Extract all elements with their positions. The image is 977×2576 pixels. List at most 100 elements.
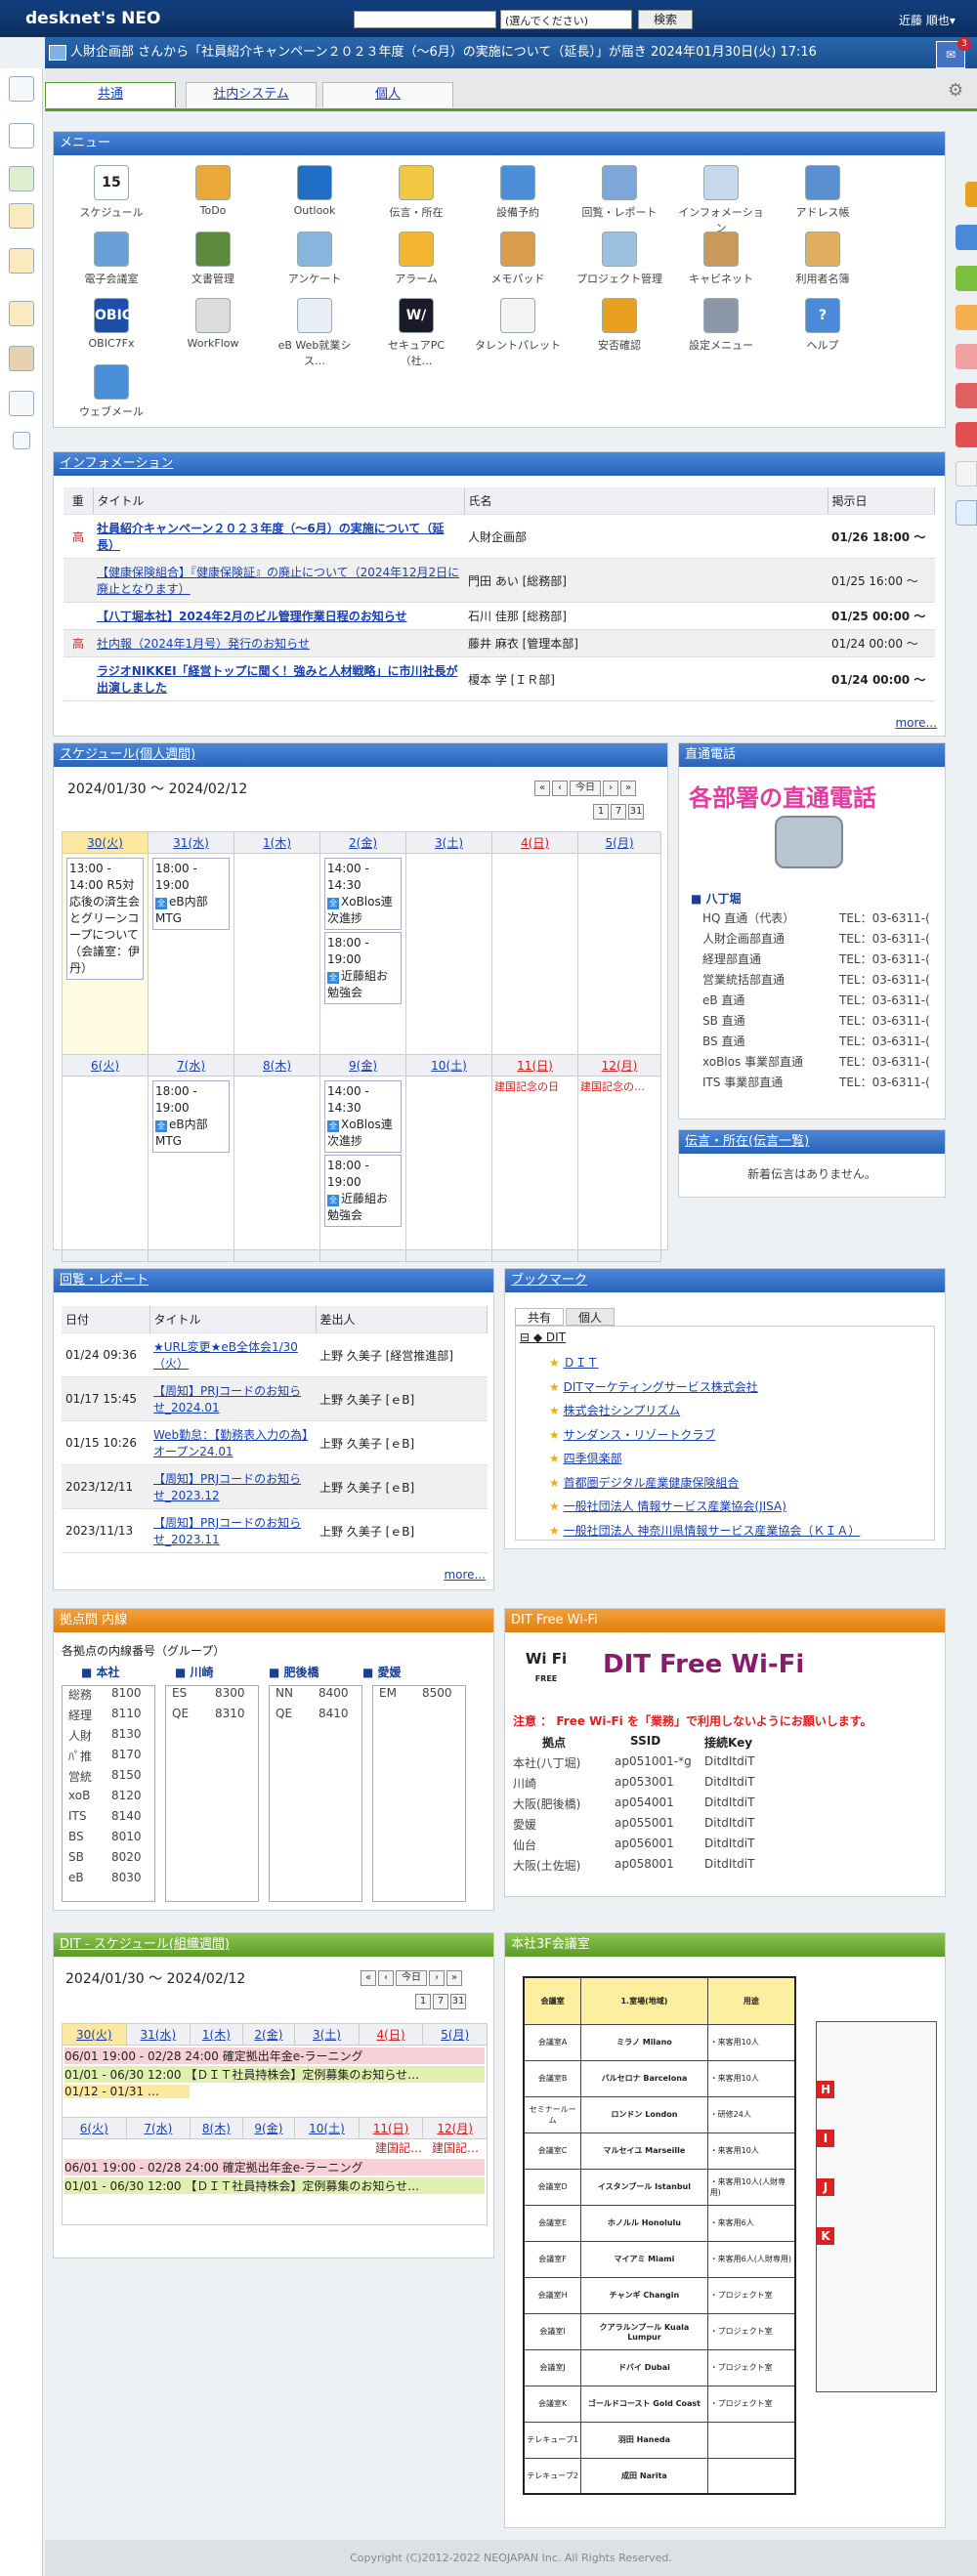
day-header[interactable]: 6(火) <box>62 1054 149 1077</box>
day-header[interactable]: 2(金) <box>319 831 406 854</box>
todo-icon[interactable] <box>9 166 34 191</box>
info-more-link[interactable]: more... <box>895 716 937 730</box>
calendar-icon[interactable] <box>9 123 34 148</box>
menu-item[interactable]: 設備予約 <box>474 165 562 220</box>
day-header[interactable]: 3(土) <box>405 831 492 854</box>
schedule-title[interactable]: スケジュール(個人週間) <box>54 743 667 767</box>
info-title-link[interactable]: 社内報（2024年1月号）発行のお知らせ <box>93 629 464 657</box>
day-header[interactable]: 31(水) <box>125 2023 191 2046</box>
day-header[interactable]: 11(日) <box>358 2117 424 2139</box>
menu-item[interactable]: アラーム <box>372 232 460 286</box>
circular-more-link[interactable]: more... <box>444 1568 486 1582</box>
tab-internal-system[interactable]: 社内システム <box>186 82 317 107</box>
circular-link[interactable]: 【周知】PRJコードのお知らせ_2024.01 <box>149 1376 316 1421</box>
side-tab-pink[interactable] <box>956 344 977 369</box>
menu-item[interactable]: 設定メニュー <box>677 298 765 353</box>
pencil-icon[interactable] <box>956 461 977 486</box>
day-header[interactable]: 2(金) <box>241 2023 296 2046</box>
circular-row[interactable]: 2023/12/11 【周知】PRJコードのお知らせ_2023.12 上野 久美子 … <box>62 1464 488 1509</box>
menu-item[interactable]: ToDo <box>169 165 257 217</box>
bookmark-tab-personal[interactable]: 個人 <box>566 1308 615 1326</box>
org-schedule-nav[interactable]: «‹ 今日 ›» <box>359 1970 462 1986</box>
menu-item[interactable]: アンケート <box>271 232 359 286</box>
menu-item[interactable]: キャビネット <box>677 232 765 286</box>
day-header[interactable]: 6(火) <box>62 2117 127 2139</box>
side-tab-red[interactable] <box>956 383 977 408</box>
day-header[interactable]: 9(金) <box>319 1054 406 1077</box>
bookmark-item[interactable]: ★ 四季倶楽部 <box>549 1450 860 1474</box>
room-marker[interactable]: J <box>817 2178 834 2196</box>
search-button[interactable]: 検索 <box>638 10 693 29</box>
event-3[interactable]: 14:00 - 14:30 全 XoBlos連次進捗 <box>324 858 402 930</box>
tab-personal[interactable]: 個人 <box>322 82 453 107</box>
day-header[interactable]: 4(日) <box>491 831 578 854</box>
tab-common[interactable]: 共通 <box>45 82 176 107</box>
bookmark-item[interactable]: ★ DITマーケティングサービス株式会社 <box>549 1378 860 1403</box>
cabinet-icon[interactable] <box>9 346 34 371</box>
room-marker[interactable]: I <box>817 2130 834 2147</box>
bookmark-item[interactable]: ★ 株式会社シンプリズム <box>549 1402 860 1426</box>
holiday-2[interactable]: 建国記念の… <box>580 1078 658 1094</box>
day-header[interactable]: 5(月) <box>422 2023 488 2046</box>
day-header[interactable]: 1(木) <box>190 2023 243 2046</box>
menu-item[interactable]: 15 スケジュール <box>67 165 155 220</box>
menu-item[interactable]: W/セキュアPC（社… <box>372 298 460 368</box>
day-header[interactable]: 7(水) <box>148 1054 234 1077</box>
menu-item[interactable]: プロジェクト管理 <box>575 232 663 286</box>
bookmark-item[interactable]: ★ ＤＩＴ <box>549 1354 860 1378</box>
circular-row[interactable]: 01/17 15:45 【周知】PRJコードのお知らせ_2024.01 上野 久美子… <box>62 1376 488 1421</box>
menu-item[interactable]: インフォメーション <box>677 165 765 235</box>
side-tab-green[interactable] <box>956 266 977 291</box>
list-icon[interactable] <box>9 391 34 416</box>
menu-item[interactable]: アドレス帳 <box>779 165 867 220</box>
bookmark-item[interactable]: ★ サンダンス・リゾートクラブ <box>549 1426 860 1451</box>
day-header[interactable]: 30(火) <box>62 831 149 854</box>
menu-item[interactable]: 電子会議室 <box>67 232 155 286</box>
menu-item[interactable]: eB Web就業シス… <box>271 298 359 368</box>
menu-item[interactable]: 文書管理 <box>169 232 257 286</box>
day-header[interactable]: 12(月) <box>422 2117 488 2139</box>
day-header[interactable]: 8(木) <box>190 2117 243 2139</box>
org-event-3[interactable]: 01/12 - 01/31 … <box>64 2085 190 2098</box>
day-header[interactable]: 1(木) <box>234 831 320 854</box>
day-header[interactable]: 9(金) <box>241 2117 296 2139</box>
menu-item[interactable]: 利用者名簿 <box>779 232 867 286</box>
info-title-link[interactable]: 【八丁堀本社】2024年2月のビル管理作業日程のお知らせ <box>93 602 464 630</box>
menu-item[interactable]: OBIC7 OBIC7Fx <box>67 298 155 350</box>
day-header[interactable]: 10(土) <box>294 2117 360 2139</box>
event-1[interactable]: 13:00 - 14:00 R5対応後の済生会とグリーンコープについて（会議室：… <box>66 858 144 980</box>
portal-icon[interactable] <box>9 76 34 102</box>
text-icon[interactable] <box>13 432 30 449</box>
side-tab-red2[interactable] <box>956 422 977 447</box>
holiday-1[interactable]: 建国記念の日 <box>494 1078 575 1094</box>
circular-title[interactable]: 回覧・レポート <box>54 1269 493 1292</box>
bookmark-item[interactable]: ★ 首都圏デジタル産業健康保険組合 <box>549 1474 860 1499</box>
bookmark-tab-shared[interactable]: 共有 <box>515 1308 564 1326</box>
info-row[interactable]: ラジオNIKKEI「経営トップに聞く！強みと人材戦略」に市川社長が出演しました榎… <box>64 656 935 701</box>
circular-link[interactable]: 【周知】PRJコードのお知らせ_2023.11 <box>149 1508 316 1553</box>
org-schedule-title[interactable]: DIT - スケジュール(組織週間) <box>54 1933 493 1957</box>
menu-item[interactable]: Outlook <box>271 165 359 217</box>
side-tab-orange2[interactable] <box>956 305 977 330</box>
org-event-1[interactable]: 06/01 19:00 - 02/28 24:00 確定拠出年金e-ラーニング <box>64 2048 485 2064</box>
menu-item[interactable]: WorkFlow <box>169 298 257 350</box>
event-7[interactable]: 18:00 - 19:00 全近藤組お勉強会 <box>324 1155 402 1227</box>
info-row[interactable]: 高社内報（2024年1月号）発行のお知らせ 藤井 麻衣 [管理本部] 01/24 0… <box>64 629 935 657</box>
day-header[interactable]: 5(月) <box>577 831 661 854</box>
day-header[interactable]: 31(水) <box>148 831 234 854</box>
info-title-link[interactable]: 【健康保険組合】『健康保険証』の廃止について（2024年12月2日に廃止となりま… <box>93 558 464 603</box>
menu-item[interactable]: 伝言・所在 <box>372 165 460 220</box>
circular-row[interactable]: 01/24 09:36 ★URL変更★eB全体会1/30（火） 上野 久美子 [経営… <box>62 1332 488 1377</box>
org-holiday-1[interactable]: 建国記… <box>375 2139 430 2156</box>
circular-row[interactable]: 2023/11/13 【周知】PRJコードのお知らせ_2023.11 上野 久美子 … <box>62 1508 488 1553</box>
notice-bar[interactable]: 人財企画部 さんから「社員紹介キャンペーン２０２３年度（～6月）の実施について（… <box>45 37 977 68</box>
circular-link[interactable]: Web勤怠：【勤務表入力の為】オープン24.01 <box>149 1420 316 1465</box>
day-header[interactable]: 11(日) <box>491 1054 578 1077</box>
info-row[interactable]: 【健康保険組合】『健康保険証』の廃止について（2024年12月2日に廃止となりま… <box>64 558 935 603</box>
memo-icon[interactable] <box>9 248 34 274</box>
event-4[interactable]: 18:00 - 19:00 全近藤組お勉強会 <box>324 932 402 1004</box>
search-input[interactable] <box>354 11 496 28</box>
app-logo[interactable]: desknet's NEO <box>25 9 160 28</box>
menu-item[interactable]: メモパッド <box>474 232 562 286</box>
circular-link[interactable]: ★URL変更★eB全体会1/30（火） <box>149 1332 316 1377</box>
